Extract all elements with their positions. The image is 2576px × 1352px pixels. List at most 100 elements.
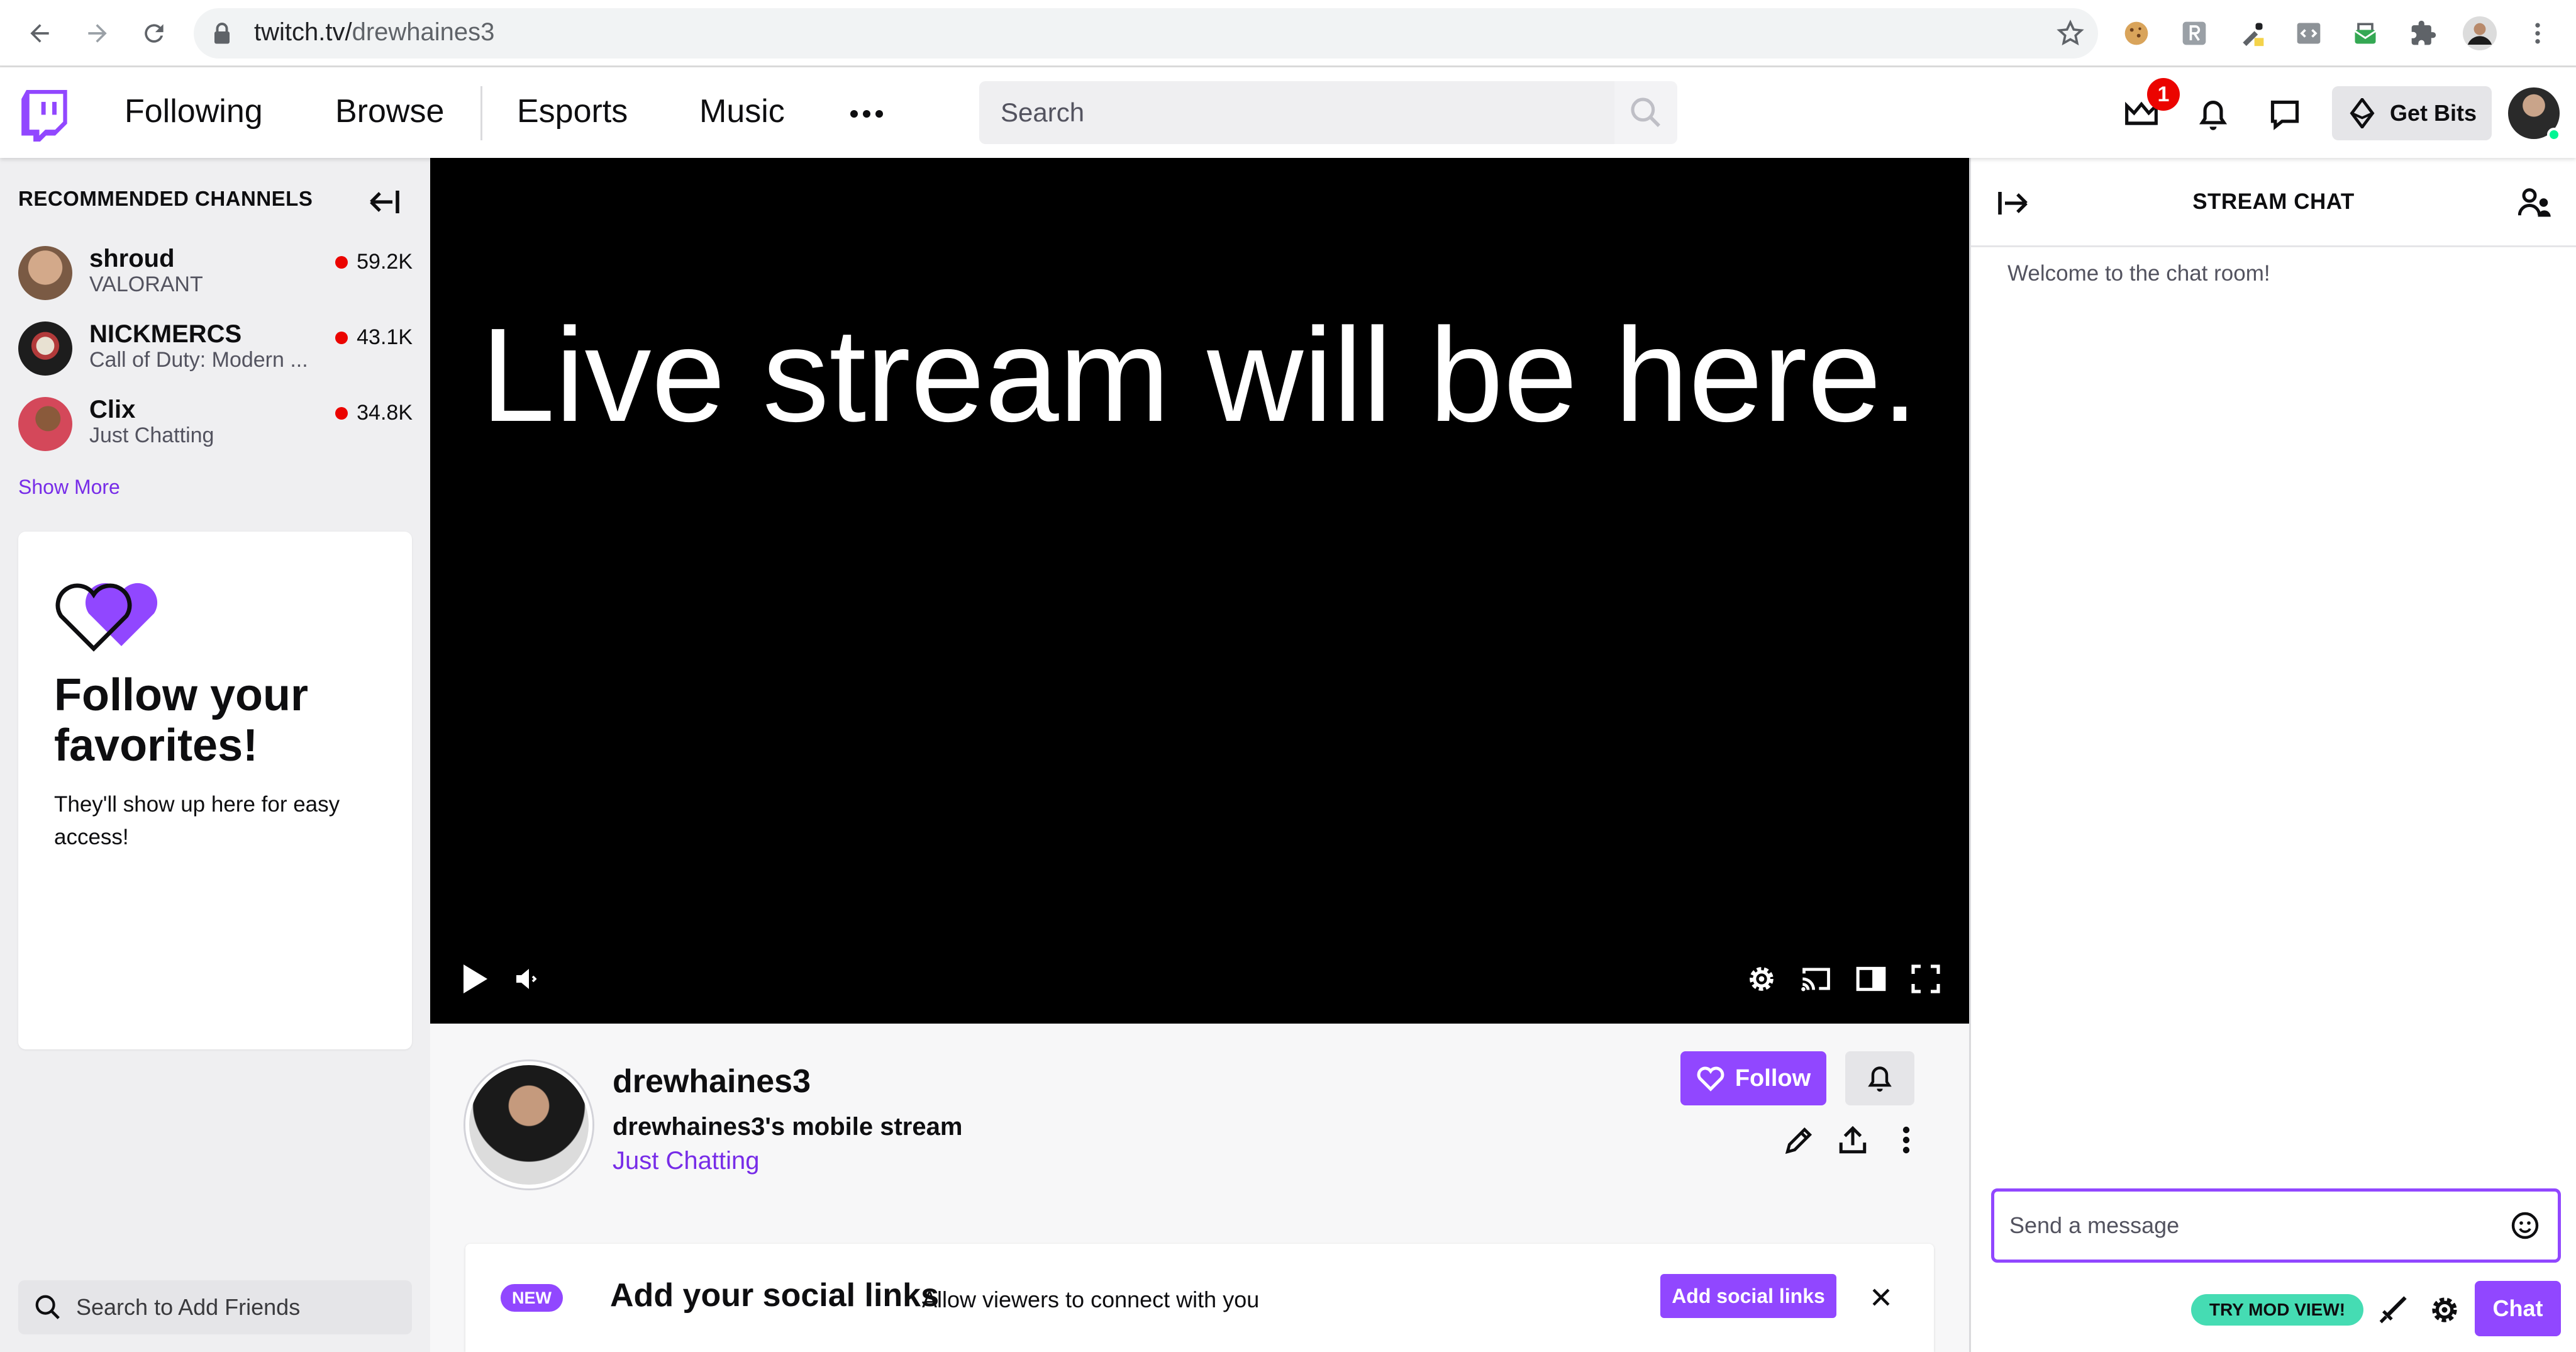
stream-category-link[interactable]: Just Chatting: [613, 1147, 759, 1175]
community-users-icon[interactable]: [2518, 186, 2552, 220]
live-indicator-icon: [335, 331, 348, 344]
whispers-icon[interactable]: [2263, 92, 2307, 137]
viewer-count: 43.1K: [357, 325, 413, 349]
stream-chat-panel: STREAM CHAT Welcome to the chat room! TR…: [1969, 158, 2576, 1352]
collapse-sidebar-icon[interactable]: [367, 188, 400, 216]
follow-favorites-card: Follow your favorites! They'll show up h…: [18, 532, 412, 1049]
cookie-extension-icon[interactable]: [2119, 16, 2153, 50]
channel-avatar: [18, 397, 72, 451]
show-more-link[interactable]: Show More: [18, 476, 120, 499]
new-badge: NEW: [501, 1284, 563, 1312]
channel-game: VALORANT: [89, 272, 203, 296]
nav-browse[interactable]: Browse: [335, 92, 444, 130]
mail-extension-icon[interactable]: [2348, 16, 2382, 50]
search-input[interactable]: [979, 81, 1614, 144]
volume-icon[interactable]: [506, 957, 550, 1001]
live-viewer-count: 34.8K: [335, 401, 413, 425]
social-links-banner: NEW Add your social links Allow viewers …: [465, 1244, 1934, 1352]
bookmark-star-icon[interactable]: [2057, 20, 2084, 47]
online-status-dot: [2547, 128, 2561, 142]
channel-avatar: [18, 321, 72, 376]
send-chat-button[interactable]: Chat: [2475, 1281, 2561, 1336]
notification-count-badge: 1: [2147, 78, 2180, 111]
follow-label: Follow: [1735, 1064, 1811, 1092]
recommended-channel-row[interactable]: NICKMERCS Call of Duty: Modern ... 43.1K: [0, 313, 430, 388]
channel-game: Call of Duty: Modern ...: [89, 348, 308, 372]
bell-icon: [1866, 1063, 1894, 1093]
browser-menu-icon[interactable]: [2521, 16, 2555, 50]
hearts-icon: [51, 566, 164, 654]
channel-name: shroud: [89, 245, 175, 272]
recommended-channel-row[interactable]: shroud VALORANT 59.2K: [0, 237, 430, 313]
stream-title: drewhaines3's mobile stream: [613, 1113, 963, 1141]
chat-message-input[interactable]: [2009, 1208, 2487, 1243]
channel-name[interactable]: drewhaines3: [613, 1063, 811, 1100]
play-icon[interactable]: [453, 957, 497, 1001]
nav-following[interactable]: Following: [125, 92, 263, 130]
search-icon: [1628, 95, 1663, 130]
nav-music[interactable]: Music: [699, 92, 785, 130]
more-dots-icon[interactable]: [849, 109, 884, 119]
edit-pencil-icon[interactable]: [1777, 1118, 1821, 1162]
chat-settings-gear-icon[interactable]: [2425, 1290, 2464, 1329]
search-icon: [33, 1293, 62, 1322]
bits-gem-icon: [2348, 98, 2376, 128]
fullscreen-icon[interactable]: [1904, 957, 1948, 1001]
extensions-puzzle-icon[interactable]: [2406, 16, 2440, 50]
follow-favorites-body: They'll show up here for easy access!: [54, 792, 340, 849]
try-mod-view-button[interactable]: TRY MOD VIEW!: [2191, 1294, 2363, 1326]
reload-icon[interactable]: [135, 14, 174, 53]
more-options-icon[interactable]: [1884, 1118, 1928, 1162]
recommended-channel-row[interactable]: Clix Just Chatting 34.8K: [0, 388, 430, 464]
channel-game: Just Chatting: [89, 423, 214, 447]
recommended-channels-heading: RECOMMENDED CHANNELS: [18, 187, 313, 210]
follow-button[interactable]: Follow: [1680, 1051, 1826, 1105]
theatre-mode-icon[interactable]: [1849, 957, 1893, 1001]
extension-r-icon[interactable]: [2177, 16, 2211, 50]
chat-header: STREAM CHAT: [1971, 158, 2576, 247]
video-player[interactable]: Live stream will be here.: [430, 158, 1969, 1024]
add-social-links-button[interactable]: Add social links: [1660, 1274, 1836, 1318]
url-text: twitch.tv/drewhaines3: [254, 18, 495, 46]
eyedropper-extension-icon[interactable]: [2235, 16, 2269, 50]
chat-input-box: [1991, 1188, 2561, 1263]
stream-placeholder-text: Live stream will be here.: [480, 300, 1919, 449]
channel-name: NICKMERCS: [89, 320, 242, 348]
channel-name: Clix: [89, 396, 136, 423]
search-field: [979, 81, 1614, 144]
back-icon[interactable]: [20, 14, 59, 53]
channel-avatar[interactable]: [465, 1061, 592, 1188]
get-bits-button[interactable]: Get Bits: [2332, 86, 2492, 140]
close-icon[interactable]: [1865, 1282, 1897, 1313]
browser-toolbar: twitch.tv/drewhaines3: [0, 0, 2576, 67]
share-upload-icon[interactable]: [1831, 1118, 1875, 1162]
notifications-bell-icon[interactable]: [2191, 92, 2235, 137]
emoji-smiley-icon[interactable]: [2510, 1210, 2540, 1241]
cast-icon[interactable]: [1794, 957, 1838, 1001]
mod-sword-icon[interactable]: [2373, 1290, 2412, 1329]
viewer-count: 59.2K: [357, 250, 413, 274]
live-viewer-count: 43.1K: [335, 325, 413, 350]
social-links-title: Add your social links: [610, 1277, 940, 1314]
live-indicator-icon: [335, 406, 348, 420]
notification-bell-button[interactable]: [1845, 1051, 1914, 1105]
live-indicator-icon: [335, 255, 348, 269]
twitch-logo-icon[interactable]: [21, 90, 69, 142]
search-button[interactable]: [1614, 81, 1677, 144]
nav-esports[interactable]: Esports: [517, 92, 628, 130]
code-extension-icon[interactable]: [2292, 16, 2326, 50]
left-sidebar: RECOMMENDED CHANNELS shroud VALORANT 59.…: [0, 158, 430, 1352]
friends-search-input[interactable]: [76, 1294, 403, 1321]
nav-divider: [480, 86, 482, 140]
channel-avatar: [18, 246, 72, 300]
live-viewer-count: 59.2K: [335, 250, 413, 274]
settings-gear-icon[interactable]: [1740, 957, 1784, 1001]
get-bits-label: Get Bits: [2390, 100, 2477, 126]
twitch-top-nav: Following Browse Esports Music Get Bits: [0, 67, 2576, 158]
forward-icon[interactable]: [78, 14, 117, 53]
stream-chat-title: STREAM CHAT: [2192, 189, 2355, 214]
address-bar[interactable]: twitch.tv/drewhaines3: [194, 8, 2098, 59]
lock-icon: [213, 22, 231, 45]
viewer-count: 34.8K: [357, 401, 413, 425]
profile-avatar-icon[interactable]: [2463, 16, 2497, 50]
